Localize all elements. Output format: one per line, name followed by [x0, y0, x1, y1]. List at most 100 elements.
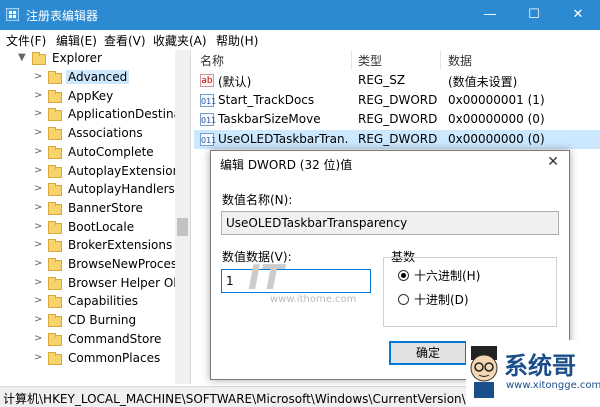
title-bar[interactable]: 注册表编辑器 — ☐ ✕ [0, 0, 600, 30]
tree-scrollbar[interactable] [175, 50, 190, 384]
collapsed-arrow-icon[interactable]: > [34, 202, 42, 213]
hex-radio[interactable] [398, 270, 409, 281]
collapsed-arrow-icon[interactable]: > [34, 352, 42, 363]
tree-item-label: AutoplayExtensions [68, 163, 187, 178]
tree-item[interactable]: > Capabilities [0, 293, 175, 312]
tree-item[interactable]: > CD Burning [0, 312, 175, 331]
tree-item[interactable]: > BannerStore [0, 200, 175, 219]
hex-radio-label[interactable]: 十六进制(H) [414, 267, 480, 284]
ok-button[interactable]: 确定 [389, 341, 467, 365]
string-value-icon: ab [200, 74, 214, 87]
value-row[interactable]: 011 UseOLEDTaskbarTran... REG_DWORD 0x00000… [194, 129, 600, 149]
column-header-name[interactable]: 名称 [200, 52, 224, 69]
folder-icon [48, 314, 62, 328]
close-button[interactable]: ✕ [556, 0, 600, 30]
tree-item[interactable]: > Advanced [0, 69, 175, 88]
dialog-title-bar[interactable]: 编辑 DWORD (32 位)值 ✕ [211, 151, 569, 177]
xitongge-watermark: 系统哥 www.xitongge.com [466, 340, 600, 406]
value-name-text: UseOLEDTaskbarTransparency [226, 216, 408, 230]
collapsed-arrow-icon[interactable]: > [34, 108, 42, 119]
dec-radio-label[interactable]: 十进制(D) [414, 291, 469, 308]
value-row[interactable]: 011 TaskbarSizeMove REG_DWORD 0x00000000 (0… [194, 110, 600, 129]
ithome-watermark: IT [248, 258, 284, 298]
key-tree[interactable]: ▼ Explorer > Advanced > AppKey > ApplicationD… [0, 50, 191, 384]
tree-item[interactable]: > ApplicationDestinat [0, 106, 186, 125]
tree-item[interactable]: > BrowseNewProcess [0, 256, 183, 275]
value-name-label: 数值名称(N): [222, 193, 293, 207]
folder-icon [48, 258, 62, 271]
collapsed-arrow-icon[interactable]: > [34, 333, 42, 344]
collapsed-arrow-icon[interactable]: > [34, 277, 42, 288]
folder-icon [48, 108, 62, 122]
collapsed-arrow-icon[interactable]: > [34, 165, 42, 176]
collapsed-arrow-icon[interactable]: > [34, 221, 42, 232]
folder-icon [48, 276, 62, 290]
folder-icon [32, 52, 46, 65]
collapsed-arrow-icon[interactable]: > [34, 71, 42, 82]
window-title: 注册表编辑器 [26, 9, 99, 23]
collapsed-arrow-icon[interactable]: > [34, 239, 42, 250]
tree-item[interactable]: > CommandStore [0, 331, 175, 350]
value-type: REG_SZ [358, 73, 406, 87]
tree-item[interactable]: > AutoplayExtensions [0, 163, 186, 182]
tree-item[interactable]: > AppKey [0, 88, 175, 107]
folder-icon [48, 145, 62, 159]
collapsed-arrow-icon[interactable]: > [34, 295, 42, 306]
expanded-arrow-icon[interactable]: ▼ [18, 52, 26, 63]
tree-item[interactable]: > AutoComplete [0, 144, 175, 163]
column-header-data[interactable]: 数据 [448, 52, 472, 69]
value-data-input[interactable]: 1 [221, 269, 371, 293]
menu-favorites[interactable]: 收藏夹(A) [153, 32, 207, 49]
dec-radio[interactable] [398, 294, 409, 305]
value-data-text: 1 [226, 274, 234, 288]
dialog-title: 编辑 DWORD (32 位)值 [220, 158, 353, 172]
column-divider[interactable] [351, 50, 352, 70]
tree-item-label: AppKey [68, 88, 114, 103]
status-path: 计算机\HKEY_LOCAL_MACHINE\SOFTWARE\Microsof… [3, 392, 488, 406]
tree-item[interactable]: > AutoplayHandlers [0, 181, 175, 200]
menu-edit[interactable]: 编辑(E) [56, 32, 97, 49]
collapsed-arrow-icon[interactable]: > [34, 183, 42, 194]
maximize-button[interactable]: ☐ [512, 0, 556, 30]
value-data: 0x00000000 (0) [448, 112, 545, 126]
tree-item[interactable]: > BrokerExtensions [0, 237, 175, 256]
tree-scrollbar-thumb[interactable] [177, 218, 188, 236]
value-type: REG_DWORD [358, 112, 438, 126]
value-data: (数值未设置) [448, 75, 518, 89]
folder-icon [48, 295, 62, 309]
minimize-button[interactable]: — [468, 0, 512, 30]
menu-file[interactable]: 文件(F) [6, 32, 46, 49]
tree-item[interactable]: > Associations [0, 125, 175, 144]
folder-icon [48, 71, 62, 84]
tree-item[interactable]: > Browser Helper Ob [0, 275, 181, 294]
collapsed-arrow-icon[interactable]: > [34, 90, 42, 101]
folder-icon [48, 220, 62, 234]
collapsed-arrow-icon[interactable]: > [34, 314, 42, 325]
binary-value-icon: 011 [200, 93, 216, 107]
collapsed-arrow-icon[interactable]: > [34, 146, 42, 157]
tree-item-label: CD Burning [68, 313, 137, 328]
dialog-close-icon[interactable]: ✕ [547, 154, 559, 170]
menu-help[interactable]: 帮助(H) [216, 32, 258, 49]
tree-item-explorer[interactable]: ▼ Explorer [0, 50, 175, 69]
menu-view[interactable]: 查看(V) [104, 32, 146, 49]
column-header-type[interactable]: 类型 [358, 52, 382, 69]
value-row[interactable]: ab (默认) REG_SZ (数值未设置) [194, 71, 600, 90]
column-divider[interactable] [440, 50, 441, 70]
collapsed-arrow-icon[interactable]: > [34, 127, 42, 138]
value-data: 0x00000000 (0) [448, 131, 545, 146]
value-row[interactable]: 011 Start_TrackDocs REG_DWORD 0x00000001 (1… [194, 91, 600, 110]
tree-item-label: Associations [68, 126, 143, 141]
tree-item-label: AutoplayHandlers [68, 182, 175, 197]
tree-item[interactable]: > BootLocale [0, 219, 175, 238]
brand-name: 系统哥 [504, 352, 576, 380]
collapsed-arrow-icon[interactable]: > [34, 258, 42, 269]
tree-item-label: Browser Helper Ob [68, 275, 181, 290]
mascot-logo [470, 346, 498, 398]
tree-item[interactable]: > CommonPlaces [0, 350, 175, 369]
tree-item-label: BrokerExtensions [68, 238, 173, 253]
value-name-field: UseOLEDTaskbarTransparency [221, 211, 559, 235]
tree-item-label: Capabilities [68, 294, 138, 309]
value-name: (默认) [218, 75, 252, 89]
tree-item-label: CommandStore [68, 331, 162, 346]
